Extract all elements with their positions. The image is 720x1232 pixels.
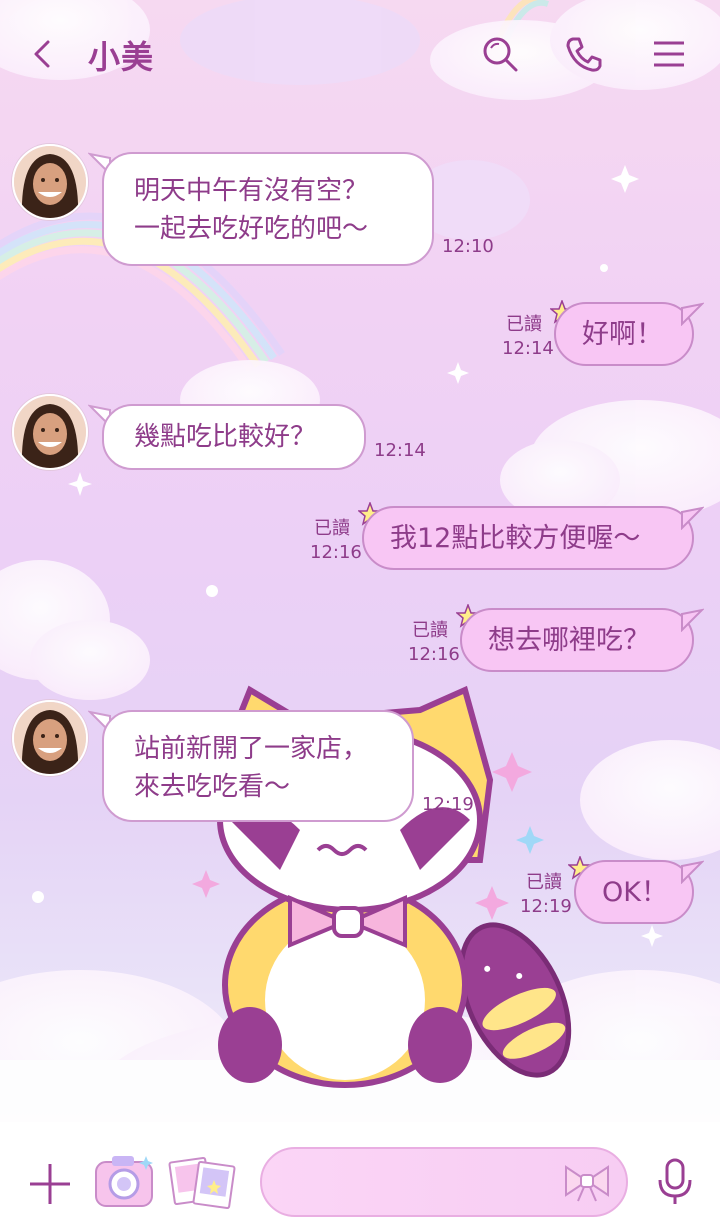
message-time: 12:19 <box>520 896 572 917</box>
message-incoming: 幾點吃比較好？ 12:14 <box>0 392 720 476</box>
avatar[interactable] <box>12 394 88 470</box>
bubble-tail <box>681 608 704 632</box>
chat-title[interactable]: 小美 <box>88 32 154 78</box>
bubble-tail <box>681 506 704 530</box>
read-receipt: 已讀 <box>412 620 448 641</box>
camera-icon[interactable] <box>92 1152 156 1212</box>
message-input-bar <box>0 1122 720 1232</box>
avatar-photo-icon <box>14 146 86 218</box>
message-bubble[interactable]: 明天中午有沒有空？ 一起去吃好吃的吧～ <box>102 152 434 266</box>
message-time: 12:14 <box>502 338 554 359</box>
read-receipt: 已讀 <box>506 314 542 335</box>
menu-icon[interactable] <box>650 34 690 74</box>
message-bubble[interactable]: 好啊！ <box>554 302 694 366</box>
chevron-left-icon[interactable] <box>26 36 58 72</box>
avatar-photo-icon <box>14 702 86 774</box>
message-bubble[interactable]: 站前新開了一家店， 來去吃吃看～ <box>102 710 414 822</box>
message-bubble[interactable]: OK！ <box>574 860 694 924</box>
message-time: 12:14 <box>374 440 426 461</box>
message-time: 12:10 <box>442 236 494 257</box>
message-bubble[interactable]: 幾點吃比較好？ <box>102 404 366 470</box>
avatar[interactable] <box>12 700 88 776</box>
message-outgoing: 已讀 12:16 我12點比較方便喔～ <box>0 502 720 574</box>
read-receipt: 已讀 <box>526 872 562 893</box>
photo-album-icon[interactable] <box>168 1154 236 1212</box>
bubble-tail <box>681 860 704 884</box>
avatar[interactable] <box>12 144 88 220</box>
message-outgoing: 已讀 12:19 OK！ <box>0 856 720 928</box>
search-icon[interactable] <box>480 34 520 74</box>
avatar-photo-icon <box>14 396 86 468</box>
microphone-icon[interactable] <box>656 1158 694 1206</box>
message-time: 12:19 <box>422 794 474 815</box>
message-incoming: 明天中午有沒有空？ 一起去吃好吃的吧～ 12:10 <box>0 140 720 270</box>
message-incoming: 站前新開了一家店， 來去吃吃看～ 12:19 <box>0 698 720 828</box>
message-outgoing: 已讀 12:14 好啊！ <box>0 298 720 370</box>
message-bubble[interactable]: 我12點比較方便喔～ <box>362 506 694 570</box>
message-time: 12:16 <box>408 644 460 665</box>
message-input[interactable] <box>260 1147 628 1217</box>
read-receipt: 已讀 <box>314 518 350 539</box>
message-time: 12:16 <box>310 542 362 563</box>
bubble-tail <box>681 302 704 326</box>
message-outgoing: 已讀 12:16 想去哪裡吃？ <box>0 604 720 676</box>
chat-header: 小美 <box>0 0 720 110</box>
message-bubble[interactable]: 想去哪裡吃？ <box>460 608 694 672</box>
phone-icon[interactable] <box>564 34 604 74</box>
bow-sticker-icon[interactable] <box>562 1161 612 1203</box>
plus-icon[interactable] <box>28 1162 72 1206</box>
